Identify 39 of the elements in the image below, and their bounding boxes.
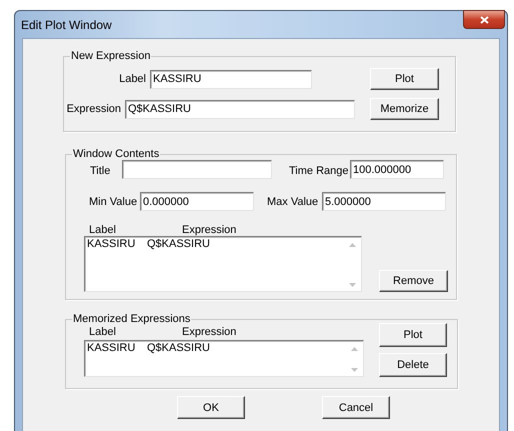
group-title: Memorized Expressions [72,313,192,325]
text-field[interactable]: KASSIRU [150,70,312,88]
dialog-button[interactable]: Remove [379,270,448,292]
group-title: New Expression [70,50,152,62]
close-button[interactable] [463,10,505,29]
column-header: Label [89,224,116,236]
scroll-up-icon[interactable] [349,243,356,247]
field-label: Expression [66,103,122,115]
text-field[interactable]: 5.000000 [322,192,446,211]
column-header: Expression [182,326,236,338]
list-cell-text: KASSIRU [87,238,136,250]
dialog-button[interactable]: Delete [379,353,447,377]
text-field[interactable]: Q$KASSIRU [125,100,355,118]
list-cell-text: Q$KASSIRU [147,342,211,354]
scroll-down-icon[interactable] [351,368,358,372]
scroll-down-icon[interactable] [349,283,356,287]
list-cell-text: KASSIRU [87,342,136,354]
dialog-button[interactable]: Cancel [322,396,390,419]
field-label: Title [90,164,112,176]
window-title: Edit Plot Window [21,18,112,32]
text-field[interactable]: 0.000000 [140,192,254,211]
text-field[interactable]: 100.000000 [350,160,444,179]
column-header: Expression [182,224,236,236]
dialog-button[interactable]: Plot [379,323,447,347]
list-box[interactable]: KASSIRU Q$KASSIRU [84,340,364,377]
list-box[interactable]: KASSIRU Q$KASSIRU [84,236,362,292]
group-title: Window Contents [72,148,160,160]
field-label: Max Value [267,196,320,208]
list-cell-text: Q$KASSIRU [147,238,211,250]
close-icon [480,16,488,24]
dialog-button[interactable]: Plot [370,68,439,90]
field-label: Time Range [289,164,350,176]
field-label: Label [118,73,147,85]
column-header: Label [89,326,116,338]
field-label: Min Value [89,196,138,208]
scroll-up-icon[interactable] [351,347,358,351]
dialog-button[interactable]: OK [177,396,245,419]
dialog-button[interactable]: Memorize [370,98,439,120]
text-field[interactable] [122,160,272,179]
